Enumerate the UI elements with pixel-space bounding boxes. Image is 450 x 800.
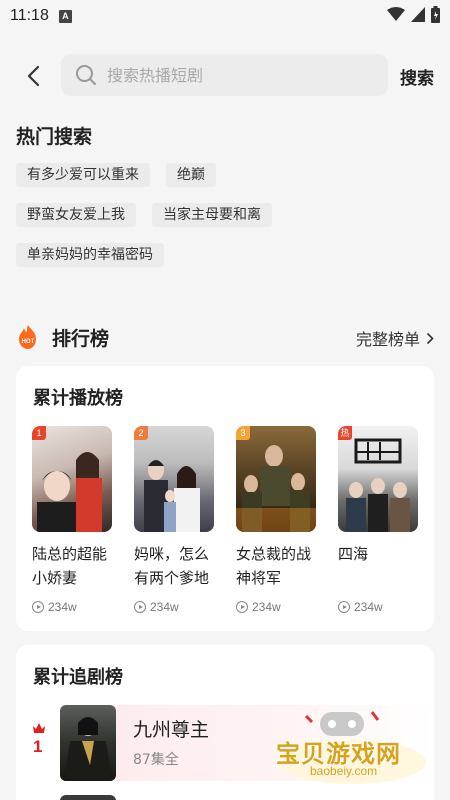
episode-count: 87集全 [133,752,179,768]
drama-cover: 热 [338,426,418,532]
drama-name: 四海 [338,545,369,563]
rank-badge: 1 [32,426,46,440]
full-list-link[interactable]: 完整榜单 [356,326,434,350]
hot-search-tags: 有多少爱可以重来 绝巅 野蛮女友爱上我 当家主母要和离 单亲妈妈的幸福密码 [16,163,436,283]
hot-search-tag[interactable]: 有多少爱可以重来 [16,163,150,187]
play-icon [134,601,146,613]
hot-badge: 热 [338,426,352,440]
drama-cover [60,705,116,781]
play-icon [32,601,44,613]
rank-badge: 3 [236,426,250,440]
back-button[interactable] [20,63,46,89]
play-icon [338,601,350,613]
rank-number: 1 [33,737,43,756]
play-rank-title: 累计播放榜 [33,388,123,409]
tag-row: 单亲妈妈的幸福密码 [16,243,436,267]
play-rank-card: 累计播放榜 1 陆总的超能小娇妻 234w 2 妈咪，怎么有两个爹地 234w … [16,366,434,631]
watermark-url: baobeiy.com [310,764,378,778]
hot-search-tag[interactable]: 野蛮女友爱上我 [16,203,136,227]
chevron-right-icon [426,332,434,344]
hot-flame-icon: HOT [16,324,40,350]
play-rank-list: 1 陆总的超能小娇妻 234w 2 妈咪，怎么有两个爹地 234w 3 女总裁的… [32,426,418,614]
drama-item[interactable]: 热 四海 234w [338,426,418,614]
search-input[interactable] [107,65,367,85]
back-arrow-icon [27,65,40,87]
signal-icon [411,7,425,22]
notification-icon: A [58,9,72,23]
drama-item[interactable]: 1 陆总的超能小娇妻 234w [32,426,112,614]
search-box[interactable] [61,54,388,96]
play-count: 234w [338,600,418,614]
next-drama-cover [60,795,116,800]
drama-cover: 3 [236,426,316,532]
tag-row: 有多少爱可以重来 绝巅 [16,163,436,187]
tag-row: 野蛮女友爱上我 当家主母要和离 [16,203,436,227]
search-icon [76,65,96,85]
search-row: 搜索 [0,54,450,98]
status-time: 11:18 [10,7,49,24]
search-button[interactable]: 搜索 [400,64,434,89]
status-icons [387,6,440,23]
play-icon [236,601,248,613]
rank-badge: 2 [134,426,148,440]
wifi-icon [387,7,405,21]
follow-drama-name: 九州尊主 [133,719,210,741]
hot-badge-text: HOT [22,339,35,345]
play-count: 234w [32,600,112,614]
drama-cover: 1 [32,426,112,532]
follow-rank-title: 累计追剧榜 [33,667,123,688]
hot-search-tag[interactable]: 绝巅 [166,163,216,187]
status-bar: 11:18 A [0,0,450,32]
drama-name: 女总裁的战神将军 [236,545,312,587]
drama-item[interactable]: 2 妈咪，怎么有两个爹地 234w [134,426,214,614]
drama-name: 妈咪，怎么有两个爹地 [134,545,210,587]
crown-icon [33,723,45,733]
play-count: 234w [236,600,316,614]
drama-item[interactable]: 3 女总裁的战神将军 234w [236,426,316,614]
hot-search-title: 热门搜索 [16,126,93,148]
rank-title: 排行榜 [52,327,110,350]
hot-search-tag[interactable]: 单亲妈妈的幸福密码 [16,243,164,267]
drama-name: 陆总的超能小娇妻 [32,545,108,587]
play-count: 234w [134,600,214,614]
watermark-logo: 宝贝游戏网 baobeiy.com [272,706,432,786]
rank-header: HOT 排行榜 完整榜单 [16,322,434,352]
drama-cover: 2 [134,426,214,532]
battery-icon [431,6,440,23]
full-list-label: 完整榜单 [355,330,420,349]
hot-search-tag[interactable]: 当家主母要和离 [152,203,272,227]
